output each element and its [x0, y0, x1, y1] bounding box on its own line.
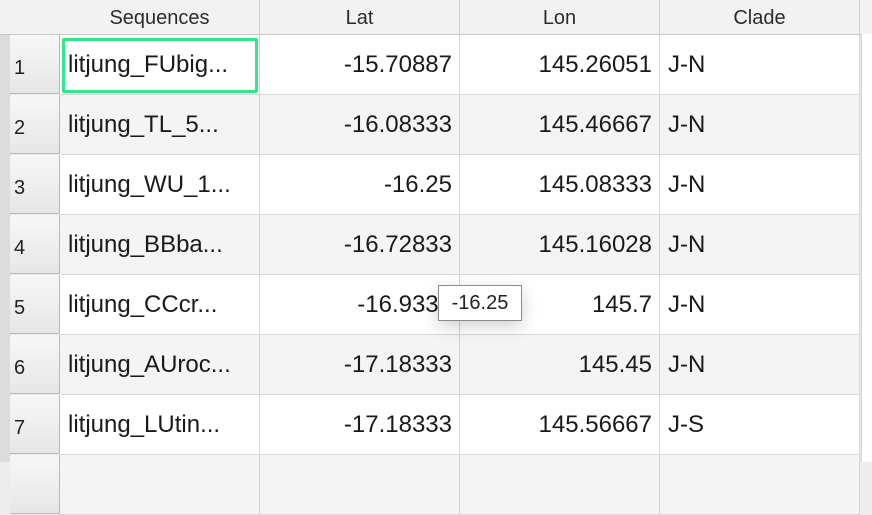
- cell-clade[interactable]: J-N: [660, 35, 860, 95]
- cell-lon[interactable]: 145.16028: [460, 215, 660, 275]
- cell-clade[interactable]: J-N: [660, 155, 860, 215]
- table-row-partial[interactable]: [0, 455, 872, 515]
- cell-lon[interactable]: 145.26051: [460, 35, 660, 95]
- row-number[interactable]: 3: [10, 155, 60, 214]
- table-row[interactable]: 1 litjung_FUbig... -15.70887 145.26051 J…: [0, 35, 872, 95]
- cell-tooltip: -16.25: [438, 285, 522, 321]
- cell-clade[interactable]: J-N: [660, 335, 860, 395]
- cell-lon[interactable]: 145.56667: [460, 395, 660, 455]
- cell-clade[interactable]: J-N: [660, 215, 860, 275]
- cell-lon[interactable]: 145.08333: [460, 155, 660, 215]
- table-row[interactable]: 2 litjung_TL_5... -16.08333 145.46667 J-…: [0, 95, 872, 155]
- cell-lat[interactable]: -16.25: [260, 155, 460, 215]
- cell-lat[interactable]: -15.70887: [260, 35, 460, 95]
- row-number-label: 3: [14, 177, 26, 199]
- cell-sequence[interactable]: litjung_FUbig...: [60, 35, 260, 95]
- row-number-label: 4: [14, 237, 26, 259]
- cell-lat[interactable]: -16.9333: [260, 275, 460, 335]
- table-row[interactable]: 6 litjung_AUroc... -17.18333 145.45 J-N: [0, 335, 872, 395]
- table-header: Sequences Lat Lon Clade: [0, 0, 872, 35]
- row-number-label: 5: [14, 297, 26, 319]
- cell-clade[interactable]: J-N: [660, 275, 860, 335]
- table-right-edge: [861, 34, 872, 462]
- cell-lat[interactable]: -17.18333: [260, 395, 460, 455]
- row-number[interactable]: 7: [10, 395, 60, 454]
- row-number[interactable]: 1: [10, 35, 60, 94]
- cell-lon[interactable]: 145.46667: [460, 95, 660, 155]
- table-row[interactable]: 3 litjung_WU_1... -16.25 145.08333 J-N: [0, 155, 872, 215]
- cell-lat[interactable]: -16.72833: [260, 215, 460, 275]
- cell-sequence[interactable]: [60, 455, 260, 515]
- row-number[interactable]: 2: [10, 95, 60, 154]
- cell-sequence[interactable]: litjung_CCcr...: [60, 275, 260, 335]
- column-header-clade[interactable]: Clade: [660, 0, 860, 34]
- cell-sequence[interactable]: litjung_BBba...: [60, 215, 260, 275]
- cell-sequence[interactable]: litjung_AUroc...: [60, 335, 260, 395]
- row-number[interactable]: 5: [10, 275, 60, 334]
- row-number[interactable]: 6: [10, 335, 60, 394]
- row-number-label: 1: [14, 57, 26, 79]
- cell-lon[interactable]: [460, 455, 660, 515]
- cell-clade[interactable]: [660, 455, 860, 515]
- data-table: Sequences Lat Lon Clade 1 litjung_FUbig.…: [0, 0, 872, 515]
- cell-sequence[interactable]: litjung_WU_1...: [60, 155, 260, 215]
- table-row[interactable]: 4 litjung_BBba... -16.72833 145.16028 J-…: [0, 215, 872, 275]
- cell-clade[interactable]: J-S: [660, 395, 860, 455]
- cell-sequence[interactable]: litjung_LUtin...: [60, 395, 260, 455]
- column-header-lat[interactable]: Lat: [260, 0, 460, 34]
- cell-clade[interactable]: J-N: [660, 95, 860, 155]
- row-number-label: 2: [14, 117, 26, 139]
- table-row[interactable]: 5 litjung_CCcr... -16.9333 145.7 J-N: [0, 275, 872, 335]
- column-header-lon[interactable]: Lon: [460, 0, 660, 34]
- cell-lon[interactable]: 145.45: [460, 335, 660, 395]
- cell-sequence[interactable]: litjung_TL_5...: [60, 95, 260, 155]
- cell-lat[interactable]: [260, 455, 460, 515]
- row-number[interactable]: [10, 455, 60, 514]
- row-number[interactable]: 4: [10, 215, 60, 274]
- row-number-label: 6: [14, 357, 26, 379]
- table-row[interactable]: 7 litjung_LUtin... -17.18333 145.56667 J…: [0, 395, 872, 455]
- cell-lat[interactable]: -17.18333: [260, 335, 460, 395]
- column-header-sequences[interactable]: Sequences: [60, 0, 260, 34]
- cell-lat[interactable]: -16.08333: [260, 95, 460, 155]
- row-number-label: 7: [14, 417, 26, 439]
